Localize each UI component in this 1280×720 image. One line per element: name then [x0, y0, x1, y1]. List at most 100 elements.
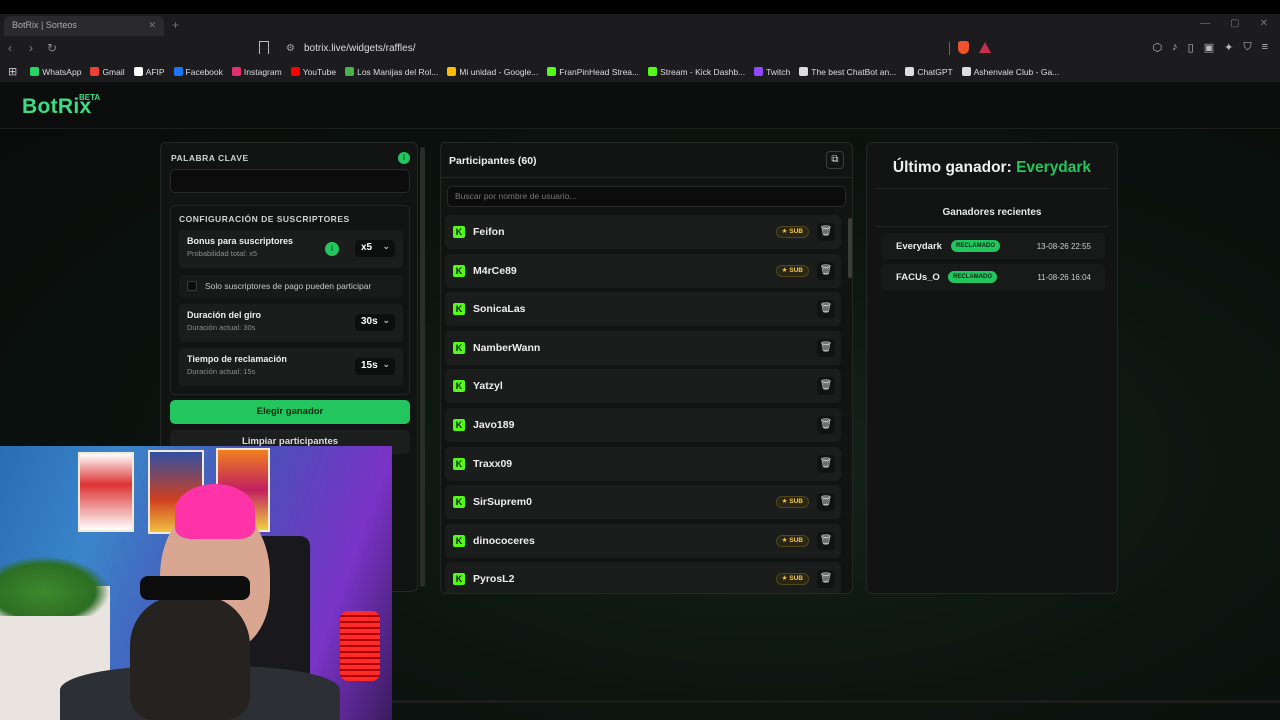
- bookmark-item[interactable]: Stream - Kick Dashb...: [648, 67, 745, 77]
- bookmark-favicon-icon: [90, 67, 100, 76]
- participant-row[interactable]: K PyrosL2 ★ SUB 🗑: [445, 562, 841, 593]
- bookmark-favicon-icon: [905, 67, 915, 76]
- reload-icon[interactable]: ↻: [47, 41, 57, 55]
- participant-search-input[interactable]: Buscar por nombre de usuario...: [447, 186, 846, 207]
- copy-icon[interactable]: ⧉: [826, 151, 844, 169]
- minimize-icon[interactable]: —: [1200, 18, 1210, 29]
- bookmark-item[interactable]: Mi unidad - Google...: [447, 67, 538, 77]
- last-winner-label: Último ganador:: [892, 159, 1012, 176]
- claimed-badge: RECLAMADO: [951, 240, 1000, 252]
- kick-platform-icon: K: [453, 534, 465, 547]
- kick-platform-icon: K: [453, 226, 465, 238]
- keyword-input[interactable]: [170, 169, 410, 193]
- info-icon[interactable]: i: [398, 152, 410, 164]
- extensions-icon[interactable]: ⬡: [1153, 41, 1163, 54]
- kick-platform-icon: K: [453, 457, 465, 470]
- sidebar-icon[interactable]: ▯: [1188, 41, 1194, 54]
- close-window-icon[interactable]: ✕: [1260, 18, 1268, 29]
- music-icon[interactable]: ♪: [1172, 41, 1178, 54]
- bookmark-item[interactable]: Los Manijas del Rol...: [345, 67, 438, 77]
- participants-scrollbar[interactable]: [848, 218, 852, 278]
- only-subs-checkbox[interactable]: [187, 281, 197, 291]
- chevron-down-icon: ⌄: [382, 241, 390, 251]
- spin-dropdown[interactable]: 30s ⌄: [355, 314, 395, 331]
- bonus-info-icon[interactable]: i: [325, 242, 339, 256]
- poster-image: [78, 452, 134, 532]
- bookmark-item[interactable]: FranPinHead Strea...: [547, 67, 639, 77]
- bookmark-favicon-icon: [231, 67, 241, 76]
- trash-icon[interactable]: 🗑: [817, 377, 835, 396]
- tab-title: BotRix | Sorteos: [12, 20, 77, 30]
- participant-name: Traxx09: [473, 457, 513, 470]
- sub-badge: ★ SUB: [775, 264, 809, 277]
- bookmark-item[interactable]: Instagram: [231, 66, 282, 77]
- bookmark-favicon-icon: [173, 67, 183, 76]
- participant-row[interactable]: K Javo189 🗑: [445, 408, 841, 442]
- url-field[interactable]: ⚙ botrix.live/widgets/raffles/: [280, 39, 1000, 58]
- participant-name: dinococeres: [473, 534, 535, 547]
- trash-icon[interactable]: 🗑: [817, 531, 835, 550]
- participant-row[interactable]: K M4rCe89 ★ SUB 🗑: [445, 253, 841, 288]
- kick-platform-icon: K: [453, 341, 465, 354]
- bookmark-item[interactable]: YouTube: [290, 67, 336, 77]
- maximize-icon[interactable]: ▢: [1230, 18, 1239, 29]
- bookmark-item[interactable]: Ashenvale Club - Ga...: [961, 67, 1059, 77]
- brave-rewards-icon[interactable]: [979, 42, 991, 53]
- forward-icon[interactable]: ›: [29, 41, 33, 55]
- trash-icon[interactable]: 🗑: [817, 261, 835, 280]
- trash-icon[interactable]: 🗑: [817, 570, 835, 589]
- bookmark-item[interactable]: WhatsApp: [30, 67, 81, 77]
- bookmark-item[interactable]: AFIP: [133, 67, 165, 77]
- bookmark-item[interactable]: ChatGPT: [905, 67, 953, 77]
- trash-icon[interactable]: 🗑: [817, 493, 835, 512]
- bookmark-item[interactable]: Facebook: [173, 67, 223, 77]
- sub-badge: ★ SUB: [775, 534, 809, 547]
- site-settings-icon[interactable]: ⚙: [286, 43, 295, 54]
- sub-badge: ★ SUB: [775, 496, 809, 509]
- menu-icon[interactable]: ≡: [1262, 41, 1268, 54]
- bookmark-item[interactable]: Twitch: [754, 67, 790, 77]
- trash-icon[interactable]: 🗑: [817, 300, 835, 319]
- winners-panel: Último ganador: Everydark Ganadores reci…: [866, 142, 1118, 594]
- settings-scrollbar[interactable]: [420, 147, 425, 587]
- bonus-dropdown[interactable]: x5 ⌄: [355, 240, 395, 257]
- back-icon[interactable]: ‹: [8, 41, 12, 55]
- bookmark-favicon-icon: [799, 67, 809, 76]
- bookmark-label: FranPinHead Strea...: [559, 66, 640, 77]
- trash-icon[interactable]: 🗑: [817, 223, 835, 241]
- participant-row[interactable]: K SirSuprem0 ★ SUB 🗑: [445, 485, 841, 520]
- participant-row[interactable]: Kdinococeres ★ SUB 🗑: [445, 523, 841, 558]
- participant-row[interactable]: K Yatzyl 🗑: [445, 369, 841, 404]
- brave-shield-icon[interactable]: [958, 41, 969, 54]
- participant-row[interactable]: K Feifon ★ SUB 🗑: [445, 215, 841, 249]
- apps-grid-icon[interactable]: ⊞: [8, 65, 17, 78]
- leo-icon[interactable]: ✦: [1224, 41, 1233, 54]
- bookmark-item[interactable]: The best ChatBot an...: [799, 67, 896, 77]
- pick-winner-button[interactable]: Elegir ganador: [170, 400, 410, 424]
- trash-icon[interactable]: 🗑: [817, 416, 835, 434]
- participant-row[interactable]: K SonicaLas 🗑: [445, 292, 841, 327]
- close-tab-icon[interactable]: ✕: [148, 20, 156, 32]
- only-subs-option[interactable]: Solo suscriptores de pago pueden partici…: [179, 275, 403, 297]
- kick-platform-icon: K: [453, 573, 465, 586]
- participant-row[interactable]: K NamberWann 🗑: [445, 330, 841, 365]
- participant-name: SirSuprem0: [473, 496, 532, 509]
- vpn-icon[interactable]: ⛉: [1243, 41, 1251, 54]
- bookmark-label: Instagram: [243, 66, 282, 77]
- bookmark-label: WhatsApp: [42, 66, 82, 77]
- new-tab-icon[interactable]: +: [172, 18, 179, 32]
- person-beard: [130, 596, 250, 720]
- trash-icon[interactable]: 🗑: [817, 338, 835, 357]
- bookmark-page-icon[interactable]: [259, 41, 269, 54]
- only-subs-label: Solo suscriptores de pago pueden partici…: [205, 281, 372, 291]
- participant-row[interactable]: K Traxx09 🗑: [445, 446, 841, 481]
- recent-winners-title: Ganadores recientes: [942, 207, 1042, 218]
- browser-tab[interactable]: BotRix | Sorteos ✕: [4, 16, 164, 36]
- sub-badge-label: SUB: [789, 498, 803, 506]
- wallet-icon[interactable]: ▣: [1204, 41, 1214, 54]
- person-hair: [175, 484, 255, 539]
- trash-icon[interactable]: 🗑: [817, 454, 835, 473]
- bookmark-item[interactable]: Gmail: [90, 67, 125, 77]
- claim-dropdown[interactable]: 15s ⌄: [355, 358, 395, 375]
- bookmark-label: Mi unidad - Google...: [459, 66, 539, 77]
